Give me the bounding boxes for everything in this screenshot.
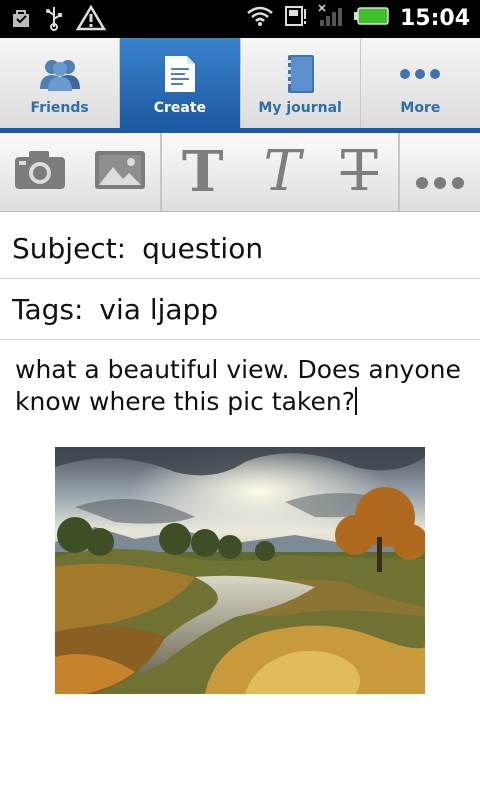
notebook-icon — [278, 54, 322, 94]
wifi-icon — [246, 5, 274, 31]
tab-label: More — [400, 100, 441, 116]
tab-my-journal[interactable]: My journal — [241, 38, 361, 128]
usb-icon — [44, 5, 64, 35]
camera-icon — [13, 149, 67, 195]
strikethrough-icon: T — [340, 139, 379, 204]
tab-label: Friends — [30, 100, 89, 116]
tags-field[interactable]: Tags: via ljapp — [0, 280, 480, 340]
tab-more[interactable]: More — [361, 38, 480, 128]
text-cursor — [355, 387, 358, 415]
document-icon — [158, 54, 202, 94]
format-toolbar: T T T — [0, 133, 480, 212]
subject-field[interactable]: Subject: question — [0, 219, 480, 279]
tab-create[interactable]: Create — [120, 38, 241, 128]
signal-icon — [318, 4, 344, 32]
warning-icon — [75, 4, 107, 35]
more-icon — [398, 54, 442, 94]
status-clock: 15:04 — [399, 5, 470, 31]
tab-friends[interactable]: Friends — [0, 38, 121, 128]
friends-icon — [38, 54, 82, 94]
bold-button[interactable]: T — [182, 144, 224, 200]
strikethrough-button[interactable]: T — [341, 144, 378, 200]
attached-photo[interactable] — [55, 447, 428, 694]
bold-icon: T — [181, 139, 224, 205]
italic-icon: T — [263, 139, 301, 204]
post-body-text: what a beautiful view. Does anyone know … — [15, 355, 461, 416]
battery-icon — [353, 6, 390, 30]
italic-button[interactable]: T — [263, 144, 300, 200]
status-bar: 15:04 — [0, 0, 480, 38]
insert-photo-button[interactable] — [13, 149, 67, 195]
more-icon — [414, 175, 466, 194]
landscape-image — [55, 447, 428, 694]
tab-bar: Friends Create My journal More — [0, 38, 480, 128]
tab-label: My journal — [258, 100, 342, 116]
subject-value: question — [142, 232, 264, 265]
more-format-button[interactable] — [414, 151, 466, 194]
image-icon — [93, 149, 147, 195]
post-body-editor[interactable]: what a beautiful view. Does anyone know … — [15, 354, 465, 418]
tags-value: via ljapp — [99, 293, 219, 326]
subject-label: Subject: — [12, 232, 127, 265]
insert-image-button[interactable] — [93, 149, 147, 195]
tags-label: Tags: — [12, 293, 84, 326]
tab-label: Create — [153, 100, 207, 116]
shopping-bag-icon — [10, 7, 32, 33]
sd-card-icon — [284, 4, 308, 32]
